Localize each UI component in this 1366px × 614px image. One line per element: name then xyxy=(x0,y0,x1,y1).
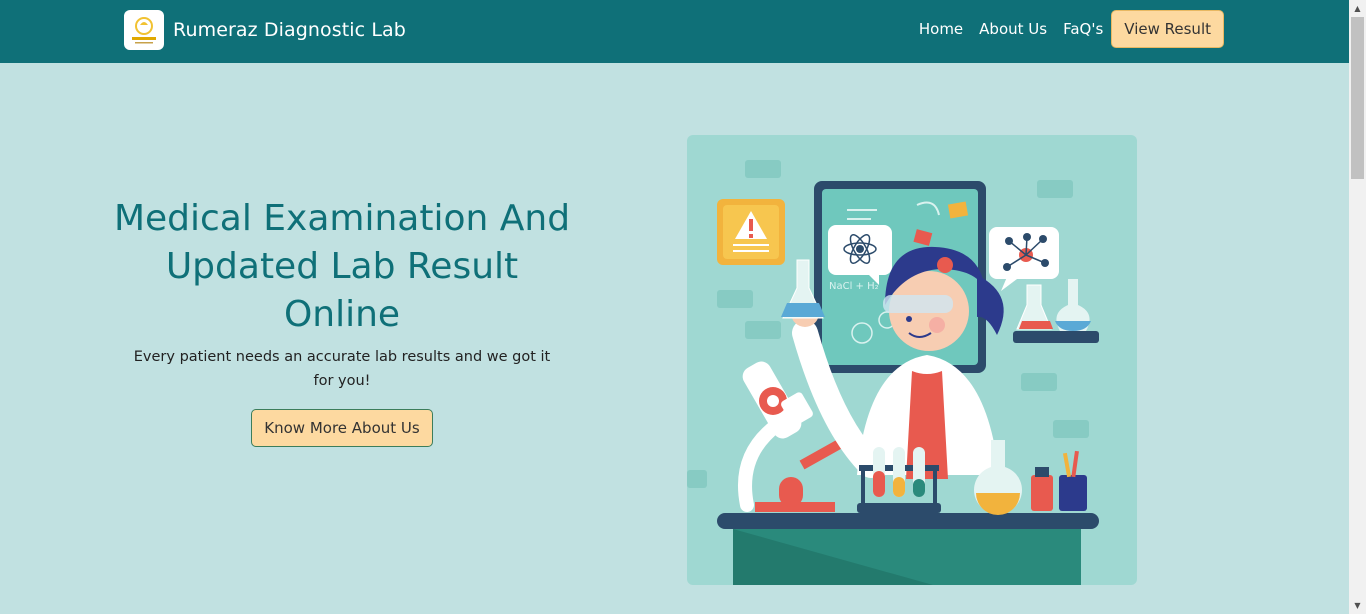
scroll-thumb[interactable] xyxy=(1351,17,1364,179)
brand-link[interactable]: Rumeraz Diagnostic Lab xyxy=(124,10,406,50)
hero-subtitle: Every patient needs an accurate lab resu… xyxy=(133,349,551,389)
navbar: Rumeraz Diagnostic Lab Home About Us FaQ… xyxy=(0,0,1349,63)
know-more-button[interactable]: Know More About Us xyxy=(251,409,433,447)
page-scrollbar[interactable]: ▲ ▼ xyxy=(1349,0,1366,614)
nav-links: Home About Us FaQ's View Result xyxy=(903,10,1224,48)
view-result-button[interactable]: View Result xyxy=(1111,10,1224,48)
nav-faqs[interactable]: FaQ's xyxy=(1063,20,1103,38)
brand-name: Rumeraz Diagnostic Lab xyxy=(173,19,406,41)
lab-logo-icon xyxy=(124,10,164,50)
scroll-up-icon[interactable]: ▲ xyxy=(1349,0,1366,17)
formula-text: NaCl + H₂ xyxy=(829,281,879,292)
scroll-down-icon[interactable]: ▼ xyxy=(1349,597,1366,614)
nav-about-us[interactable]: About Us xyxy=(979,20,1047,38)
lab-scientist-illustration: NaCl + H₂ xyxy=(687,135,1137,585)
nav-home[interactable]: Home xyxy=(919,20,963,38)
hero-section: Medical Examination And Updated Lab Resu… xyxy=(112,195,572,447)
hero-title: Medical Examination And Updated Lab Resu… xyxy=(113,198,571,335)
